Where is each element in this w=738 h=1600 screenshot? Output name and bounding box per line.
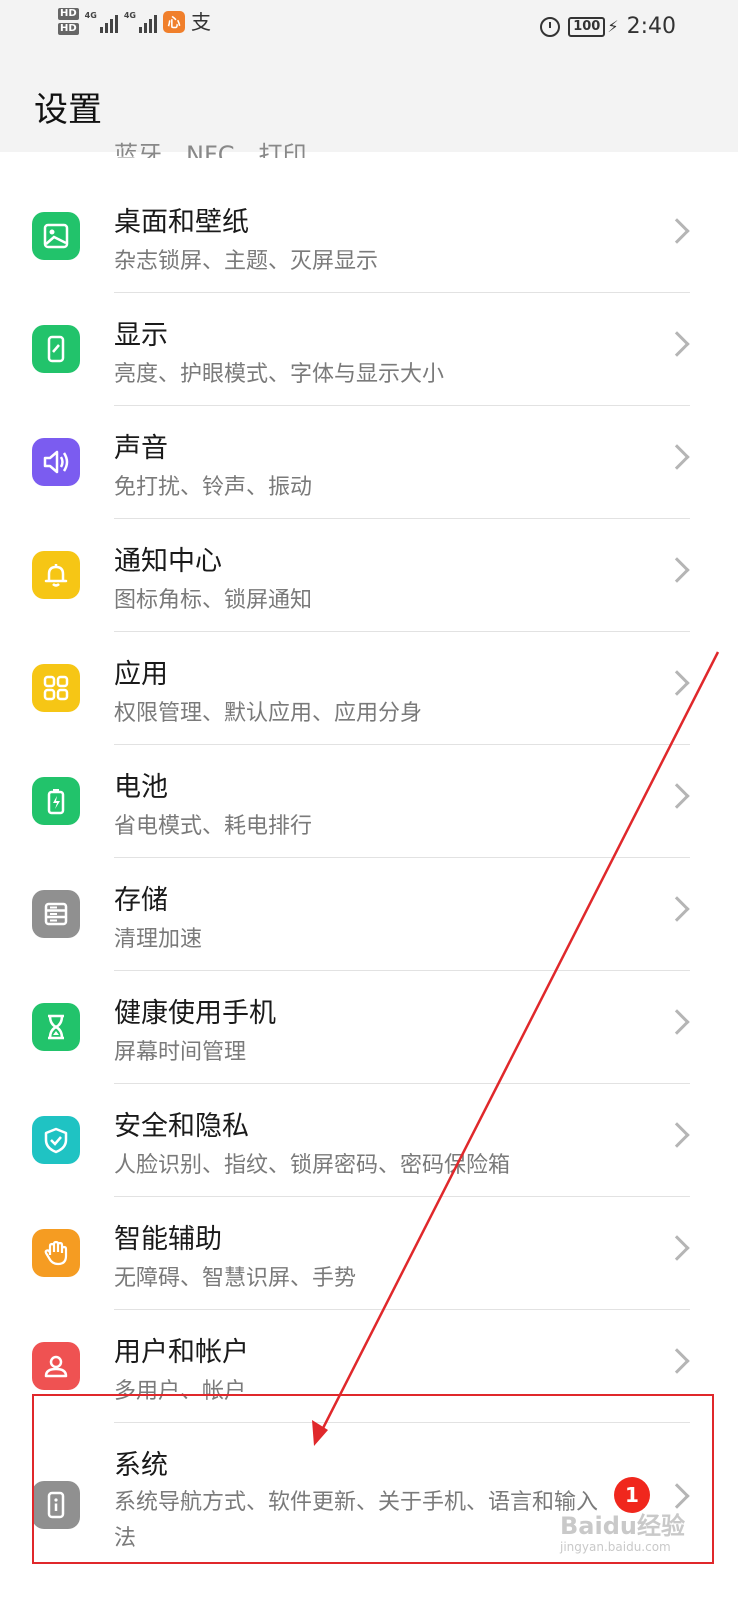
chevron-right-icon [664, 783, 690, 809]
item-subtitle: 图标角标、锁屏通知 [114, 588, 313, 613]
status-bar: HD HD 4G 4G 心 支 100 ⚡ 2:40 [0, 0, 738, 56]
app-header: 设置 [0, 56, 738, 152]
settings-item-display[interactable]: 显示 亮度、护眼模式、字体与显示大小 [0, 293, 738, 406]
battery-indicator: 100 [568, 16, 606, 37]
page-title: 设置 [34, 90, 102, 130]
chevron-right-icon [664, 1009, 690, 1035]
item-subtitle: 无障碍、智慧识屏、手势 [114, 1266, 357, 1291]
storage-icon [32, 890, 80, 938]
alarm-icon [540, 16, 561, 37]
watermark-url: jingyan.baidu.com [560, 1540, 671, 1554]
settings-item-storage[interactable]: 存储 清理加速 [0, 858, 738, 971]
item-subtitle: 人脸识别、指纹、锁屏密码、密码保险箱 [114, 1153, 511, 1178]
item-subtitle: 免打扰、铃声、振动 [114, 475, 313, 500]
shield-icon [32, 1116, 80, 1164]
item-title: 健康使用手机 [114, 998, 276, 1029]
wallpaper-icon [32, 212, 80, 260]
chevron-right-icon [664, 557, 690, 583]
item-title: 存储 [114, 885, 168, 916]
settings-item-notifications[interactable]: 通知中心 图标角标、锁屏通知 [0, 519, 738, 632]
item-subtitle: 亮度、护眼模式、字体与显示大小 [114, 362, 445, 387]
battery-icon [32, 777, 80, 825]
item-title: 通知中心 [114, 546, 222, 577]
item-title: 桌面和壁纸 [114, 207, 249, 238]
charging-icon: ⚡ [607, 17, 619, 36]
settings-item-apps[interactable]: 应用 权限管理、默认应用、应用分身 [0, 632, 738, 745]
item-title: 电池 [114, 772, 168, 803]
settings-item-wallpaper[interactable]: 桌面和壁纸 杂志锁屏、主题、灭屏显示 [0, 180, 738, 293]
chevron-right-icon [664, 1122, 690, 1148]
settings-item-battery[interactable]: 电池 省电模式、耗电排行 [0, 745, 738, 858]
bell-icon [32, 551, 80, 599]
item-title: 安全和隐私 [114, 1111, 249, 1142]
item-subtitle: 省电模式、耗电排行 [114, 814, 313, 839]
user-icon [32, 1342, 80, 1390]
chevron-right-icon [664, 670, 690, 696]
hd-volte-indicator: HD HD [58, 8, 79, 35]
item-title: 应用 [114, 659, 168, 690]
settings-list: 桌面和壁纸 杂志锁屏、主题、灭屏显示 显示 亮度、护眼模式、字体与显示大小 声音… [0, 180, 738, 1563]
item-subtitle: 清理加速 [114, 927, 203, 952]
settings-item-security[interactable]: 安全和隐私 人脸识别、指纹、锁屏密码、密码保险箱 [0, 1084, 738, 1197]
chevron-right-icon [664, 218, 690, 244]
item-subtitle: 杂志锁屏、主题、灭屏显示 [114, 249, 379, 274]
signal-icon: 4G [85, 11, 118, 33]
hand-icon [32, 1229, 80, 1277]
item-subtitle: 权限管理、默认应用、应用分身 [114, 701, 423, 726]
uc-browser-icon: 心 [162, 10, 185, 33]
apps-grid-icon [32, 664, 80, 712]
speaker-icon [32, 438, 80, 486]
settings-item-sound[interactable]: 声音 免打扰、铃声、振动 [0, 406, 738, 519]
item-title: 用户和帐户 [114, 1337, 249, 1368]
display-icon [32, 325, 80, 373]
settings-item-smart-assist[interactable]: 智能辅助 无障碍、智慧识屏、手势 [0, 1197, 738, 1310]
item-title: 声音 [114, 433, 168, 464]
item-title: 智能辅助 [114, 1224, 222, 1255]
chevron-right-icon [664, 1348, 690, 1374]
chevron-right-icon [664, 896, 690, 922]
chevron-right-icon [664, 1235, 690, 1261]
hourglass-icon [32, 1003, 80, 1051]
chevron-right-icon [664, 444, 690, 470]
alipay-icon: 支 [190, 9, 211, 34]
partially-hidden-subtitle: 蓝牙、NFC、打印 [114, 141, 307, 158]
watermark-logo: Baidu经验 [560, 1512, 685, 1540]
item-subtitle: 屏幕时间管理 [114, 1040, 247, 1065]
item-title: 显示 [114, 320, 168, 351]
clock: 2:40 [626, 14, 676, 39]
signal-icon: 4G [124, 11, 157, 33]
chevron-right-icon [664, 331, 690, 357]
settings-item-digital-balance[interactable]: 健康使用手机 屏幕时间管理 [0, 971, 738, 1084]
